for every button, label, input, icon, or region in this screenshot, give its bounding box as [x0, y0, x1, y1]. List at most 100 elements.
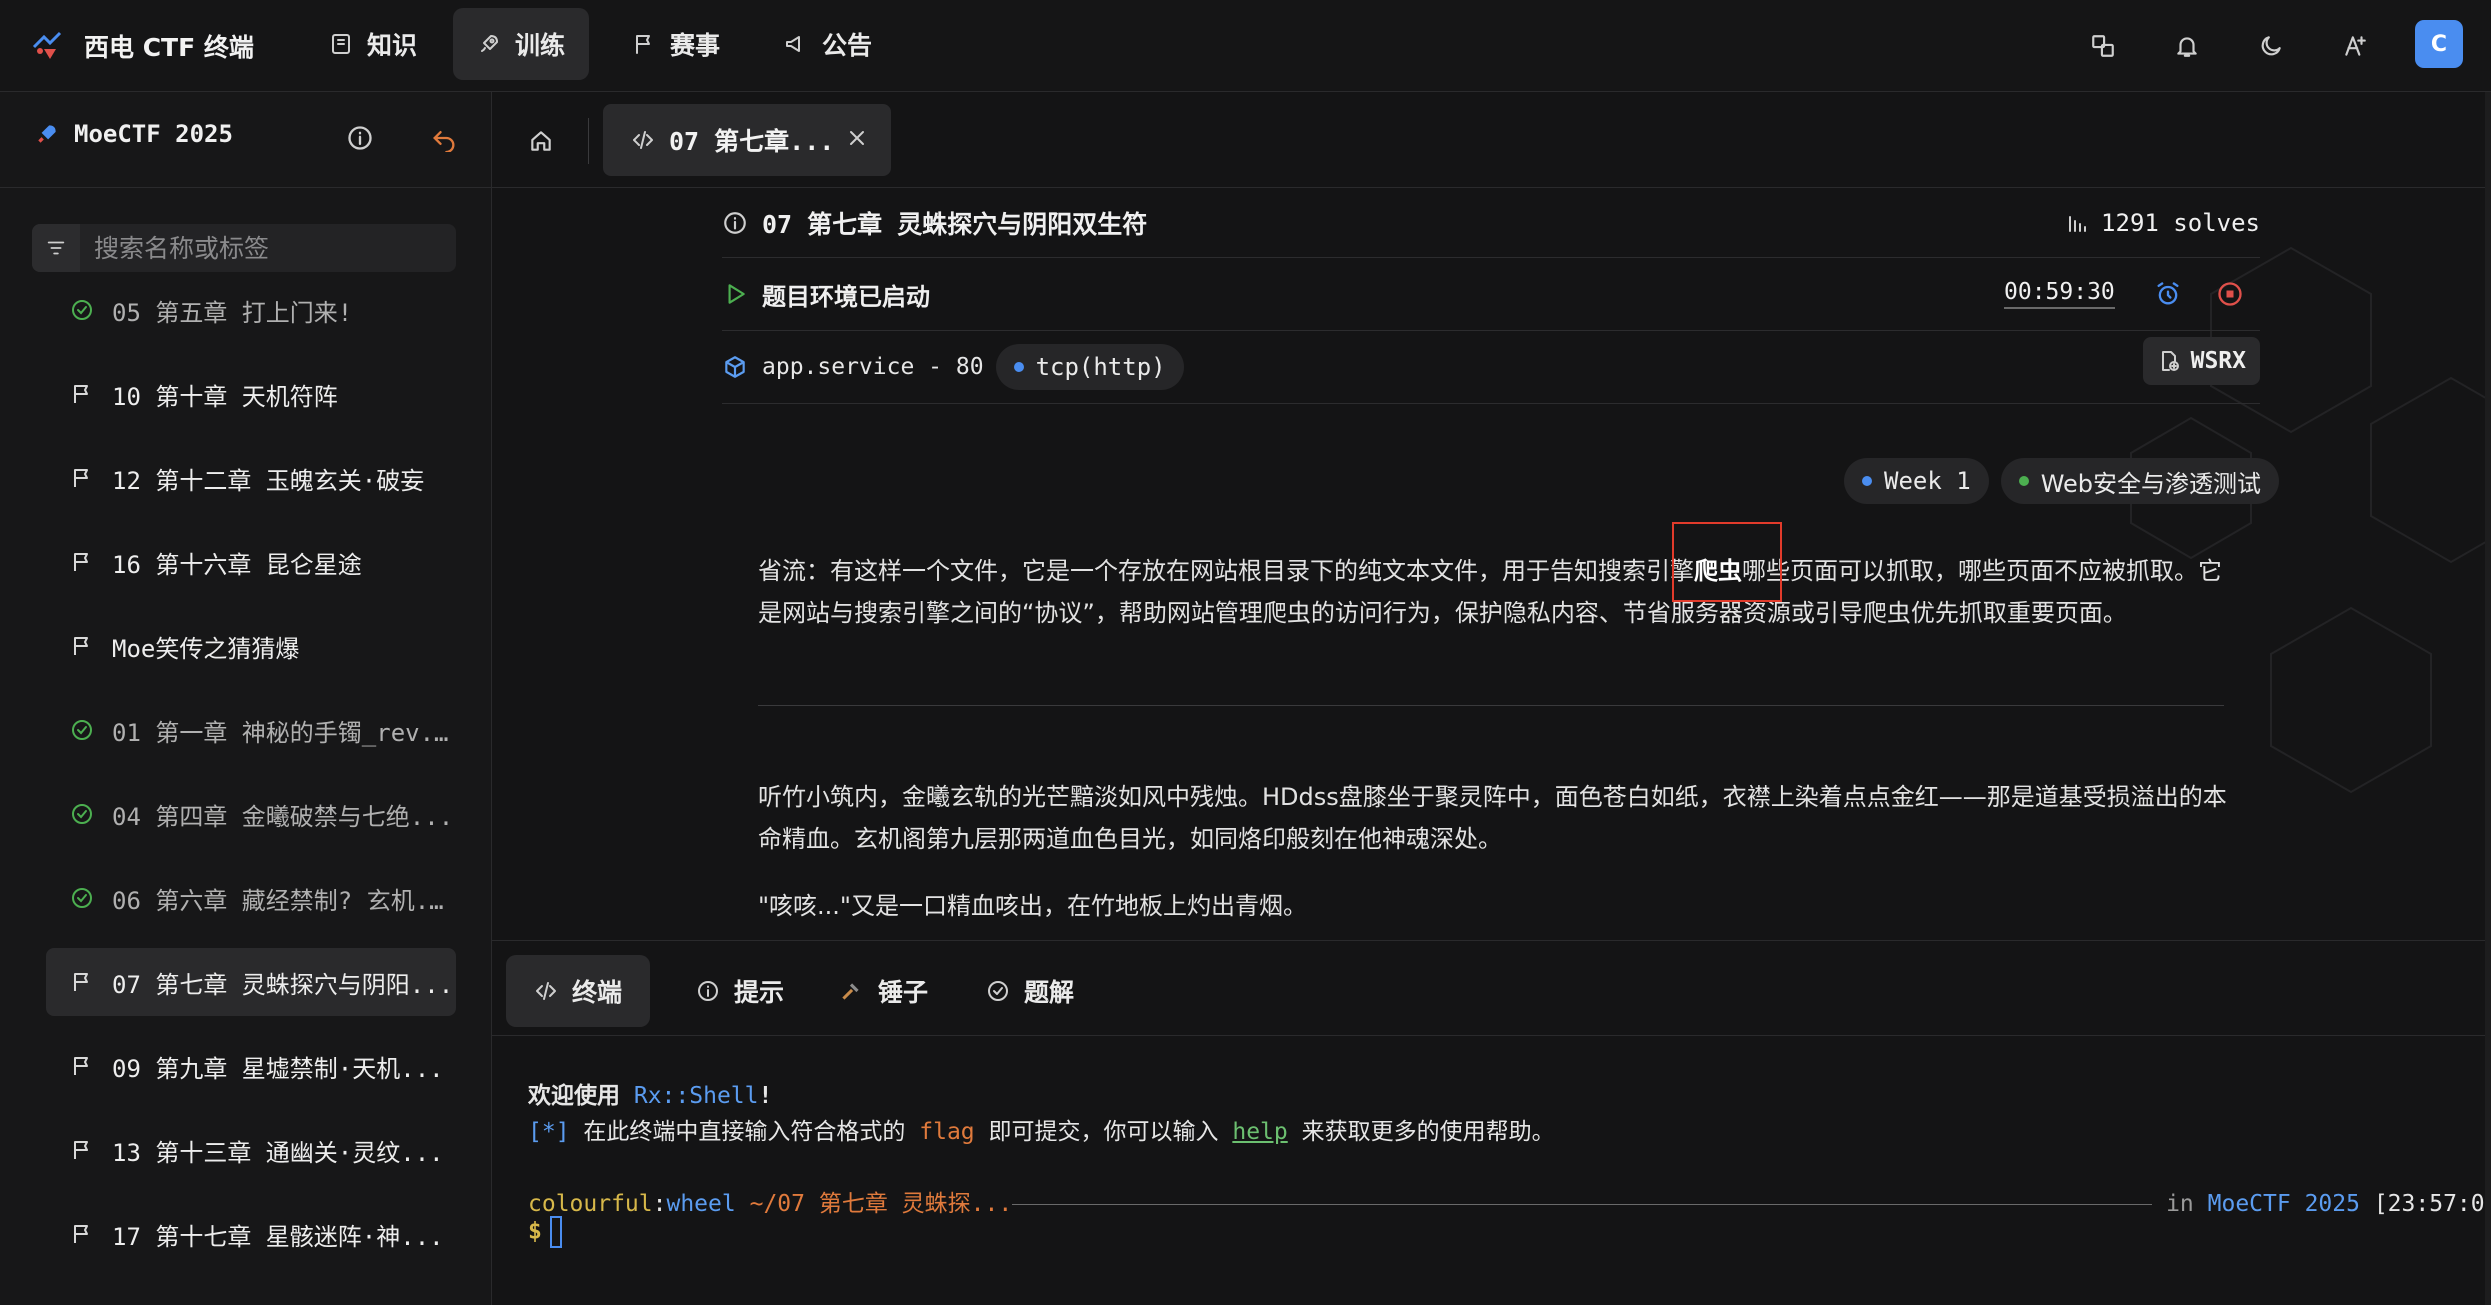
tab-bar: 07 第七章... — [492, 92, 2491, 188]
flag-icon — [70, 382, 94, 406]
avatar[interactable]: C — [2415, 20, 2463, 68]
sidebar-item[interactable]: 13 第十三章 通幽关·灵纹... — [46, 1116, 456, 1184]
file-plus-icon — [2157, 349, 2181, 373]
solves-count: 1291 solves — [2065, 209, 2260, 237]
alarm-icon[interactable] — [2154, 280, 2182, 308]
bar-chart-icon — [2065, 211, 2089, 235]
rocket-icon — [477, 32, 501, 56]
tag-dot — [1862, 476, 1872, 486]
sidebar-item-label: 16 第十六章 昆仑星途 — [112, 550, 362, 579]
tag-week[interactable]: Week 1 — [1844, 458, 1989, 504]
protocol-chip[interactable]: tcp(http) — [995, 344, 1184, 390]
check-circle-icon — [70, 802, 94, 826]
check-circle-icon — [70, 718, 94, 742]
sidebar-item[interactable]: 17 第十七章 星骸迷阵·神... — [46, 1200, 456, 1268]
nav-tab-label: 公告 — [822, 31, 873, 60]
tab-label: 07 第七章... — [669, 127, 835, 156]
sidebar-item-label: 10 第十章 天机符阵 — [112, 382, 338, 411]
brand[interactable]: 西电 CTF 终端 — [30, 22, 254, 70]
sidebar-item[interactable]: 06 第六章 藏经禁制? 玄机... — [46, 864, 456, 932]
nav-tab-announcements[interactable]: 公告 — [760, 8, 896, 80]
code-icon — [534, 979, 558, 1003]
sidebar-item-label: 07 第七章 灵蛛探穴与阴阳... — [112, 970, 454, 999]
sidebar-item[interactable]: 04 第四章 金曦破禁与七绝... — [46, 780, 456, 848]
sidebar-item[interactable]: 05 第五章 打上门来! — [46, 276, 456, 344]
flag-icon — [70, 1222, 94, 1246]
sidebar-item[interactable]: 01 第一章 神秘的手镯_rev... — [46, 696, 456, 764]
sidebar-item[interactable]: 16 第十六章 昆仑星途 — [46, 528, 456, 596]
nav-tab-knowledge[interactable]: 知识 — [305, 8, 441, 80]
sidebar-item-label: 05 第五章 打上门来! — [112, 298, 353, 327]
separator-line — [1012, 1204, 2153, 1205]
nav-tab-training[interactable]: 训练 — [453, 8, 590, 80]
rocket-icon — [34, 121, 60, 147]
sidebar-item-label: 17 第十七章 星骸迷阵·神... — [112, 1222, 444, 1251]
megaphone-icon — [784, 32, 808, 56]
nav-tab-label: 训练 — [515, 31, 566, 60]
sidebar-item[interactable]: 10 第十章 天机符阵 — [46, 360, 456, 428]
sidebar-item[interactable]: 07 第七章 灵蛛探穴与阴阳... — [46, 948, 456, 1016]
filter-icon[interactable] — [32, 224, 80, 272]
stop-icon[interactable] — [2216, 280, 2244, 308]
nav-tab-events[interactable]: 赛事 — [608, 8, 744, 80]
home-icon[interactable] — [518, 118, 564, 164]
env-status: 题目环境已启动 — [762, 282, 930, 311]
description-summary: 省流：有这样一个文件，它是一个存放在网站根目录下的纯文本文件，用于告知搜索引擎爬… — [758, 557, 2222, 627]
scrollbar[interactable] — [2485, 92, 2491, 1305]
font-size-icon[interactable] — [2333, 24, 2377, 68]
hammer-icon — [838, 978, 864, 1004]
tab-writeup[interactable]: 题解 — [958, 955, 1102, 1027]
tab-challenge[interactable]: 07 第七章... — [603, 104, 891, 176]
tab-hint[interactable]: 提示 — [668, 955, 812, 1027]
check-circle-icon — [70, 886, 94, 910]
code-icon — [631, 128, 655, 152]
env-timer: 00:59:30 — [2004, 279, 2115, 309]
wsrx-button[interactable]: WSRX — [2142, 337, 2260, 385]
sidebar-title: MoeCTF 2025 — [74, 120, 233, 148]
search-box[interactable] — [32, 224, 456, 272]
sidebar-item-label: Moe笑传之猜猜爆 — [112, 634, 300, 663]
search-input[interactable] — [80, 233, 456, 263]
flag-icon — [70, 466, 94, 490]
sidebar-item-label: 01 第一章 神秘的手镯_rev... — [112, 718, 456, 747]
info-icon — [696, 979, 720, 1003]
sidebar-item[interactable]: Moe笑传之猜猜爆 — [46, 612, 456, 680]
service-address: app.service - 80 — [762, 354, 984, 380]
book-icon — [329, 32, 353, 56]
nav-tab-label: 赛事 — [670, 31, 721, 60]
moon-icon[interactable] — [2249, 24, 2293, 68]
flag-icon — [70, 550, 94, 574]
sidebar-item[interactable]: 09 第九章 星墟禁制·天机... — [46, 1032, 456, 1100]
tab-hammer[interactable]: 锤子 — [810, 955, 956, 1027]
info-icon[interactable] — [346, 124, 374, 152]
flag-icon — [632, 32, 656, 56]
tag-category[interactable]: Web安全与渗透测试 — [2000, 458, 2280, 504]
cube-icon — [722, 354, 748, 380]
check-circle-icon — [986, 979, 1010, 1003]
check-circle-icon — [70, 298, 94, 322]
tag-dot — [2018, 476, 2029, 486]
divider — [588, 118, 589, 164]
app-title: 西电 CTF 终端 — [84, 33, 254, 62]
undo-icon[interactable] — [430, 124, 458, 152]
text-cursor — [549, 1216, 562, 1248]
terminal-input-line[interactable]: $ — [528, 1216, 562, 1248]
bottom-tabs: 终端 提示 锤子 题解 — [492, 940, 2491, 1036]
translate-icon[interactable] — [2081, 24, 2125, 68]
sidebar-item-label: 09 第九章 星墟禁制·天机... — [112, 1054, 444, 1083]
challenge-title: 07 第七章 灵蛛探穴与阴阳双生符 — [762, 209, 1148, 239]
close-icon[interactable] — [845, 126, 869, 150]
flag-icon — [70, 1138, 94, 1162]
flag-icon — [70, 634, 94, 658]
sidebar-item[interactable]: 12 第十二章 玉魄玄关·破妄 — [46, 444, 456, 512]
bell-icon[interactable] — [2165, 24, 2209, 68]
status-dot — [1013, 362, 1024, 372]
tab-terminal[interactable]: 终端 — [506, 955, 651, 1027]
challenge-header: 07 第七章 灵蛛探穴与阴阳双生符 1291 solves — [722, 188, 2260, 258]
play-icon[interactable] — [722, 281, 748, 307]
highlight-box — [1672, 522, 1782, 602]
divider — [758, 705, 2224, 706]
tag-list: Week 1 Web安全与渗透测试 — [1844, 458, 2280, 504]
terminal[interactable]: 欢迎使用 Rx::Shell! [*] 在此终端中直接输入符合格式的 flag … — [492, 1036, 2491, 1305]
description-quote: "咳咳..."又是一口精血咳出，在竹地板上灼出青烟。 — [758, 892, 1307, 920]
